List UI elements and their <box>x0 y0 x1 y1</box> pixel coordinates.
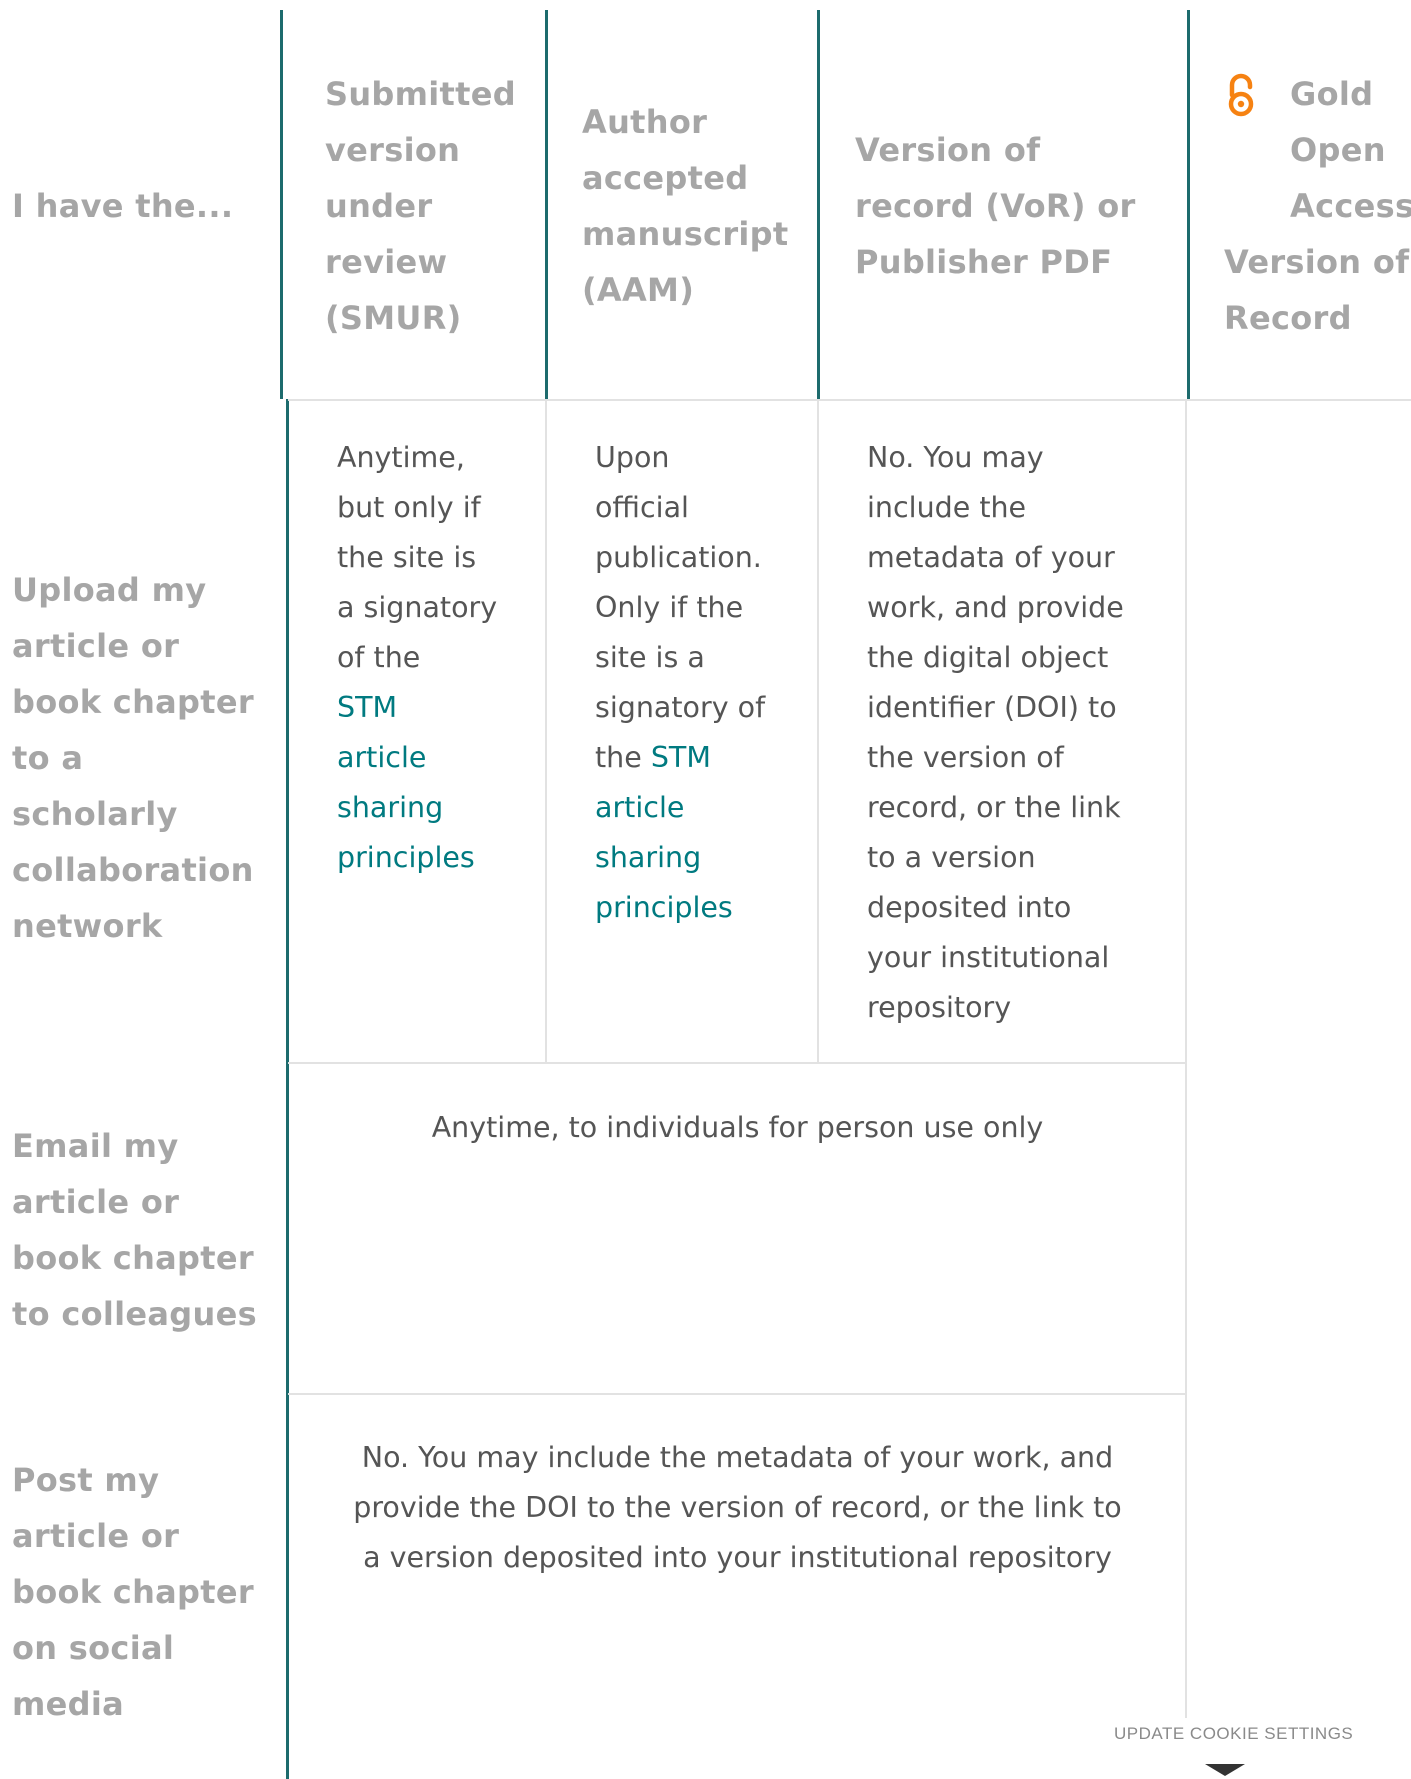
cell-divider-1 <box>545 401 547 1063</box>
column-header-smur: Submitted version under review (SMUR) <box>325 75 516 337</box>
cell-divider-2 <box>817 401 819 1063</box>
column-header-aam: Author accepted manuscript (AAM) <box>582 103 789 309</box>
upload-aam-cell: Upon official publication. Only if the s… <box>595 433 815 933</box>
header-divider-2 <box>545 10 548 399</box>
social-merged-cell: No. You may include the metadata of your… <box>353 1441 1122 1574</box>
header-row-label: I have the... <box>12 187 234 225</box>
column-header-vor: Version of record (VoR) or Publisher PDF <box>855 131 1136 281</box>
column-header-gold-top: Gold Open Access <box>1290 75 1411 225</box>
header-divider-1 <box>280 10 283 399</box>
upload-vor-cell: No. You may include the metadata of your… <box>867 441 1124 1024</box>
row-label-upload: Upload my article or book chapter to a s… <box>12 571 254 945</box>
email-row-bottom-rule <box>288 1393 1186 1395</box>
upload-row-bottom-rule <box>288 1062 1186 1064</box>
stm-principles-link-aam-continued[interactable]: article sharing principles <box>595 783 815 933</box>
stm-principles-link-aam[interactable]: STM <box>651 741 711 774</box>
column-header-gold-bottom: Version of Record <box>1224 243 1410 337</box>
header-bottom-rule <box>288 399 1411 401</box>
row-label-social: Post my article or book chapter on socia… <box>12 1461 254 1723</box>
chevron-down-icon <box>1205 1764 1245 1776</box>
row-label-divider <box>286 399 289 1779</box>
stm-principles-link-smur[interactable]: STM article sharing principles <box>337 683 542 883</box>
email-merged-cell: Anytime, to individuals for person use o… <box>431 1111 1044 1144</box>
open-access-lock-icon <box>1226 73 1256 118</box>
upload-smur-cell: Anytime, but only if the site is a signa… <box>337 433 542 883</box>
update-cookie-settings-button[interactable]: UPDATE COOKIE SETTINGS <box>1108 1718 1360 1750</box>
row-label-email: Email my article or book chapter to coll… <box>12 1127 257 1333</box>
header-divider-4 <box>1187 10 1190 399</box>
cell-divider-3 <box>1185 401 1187 1719</box>
header-divider-3 <box>817 10 820 399</box>
